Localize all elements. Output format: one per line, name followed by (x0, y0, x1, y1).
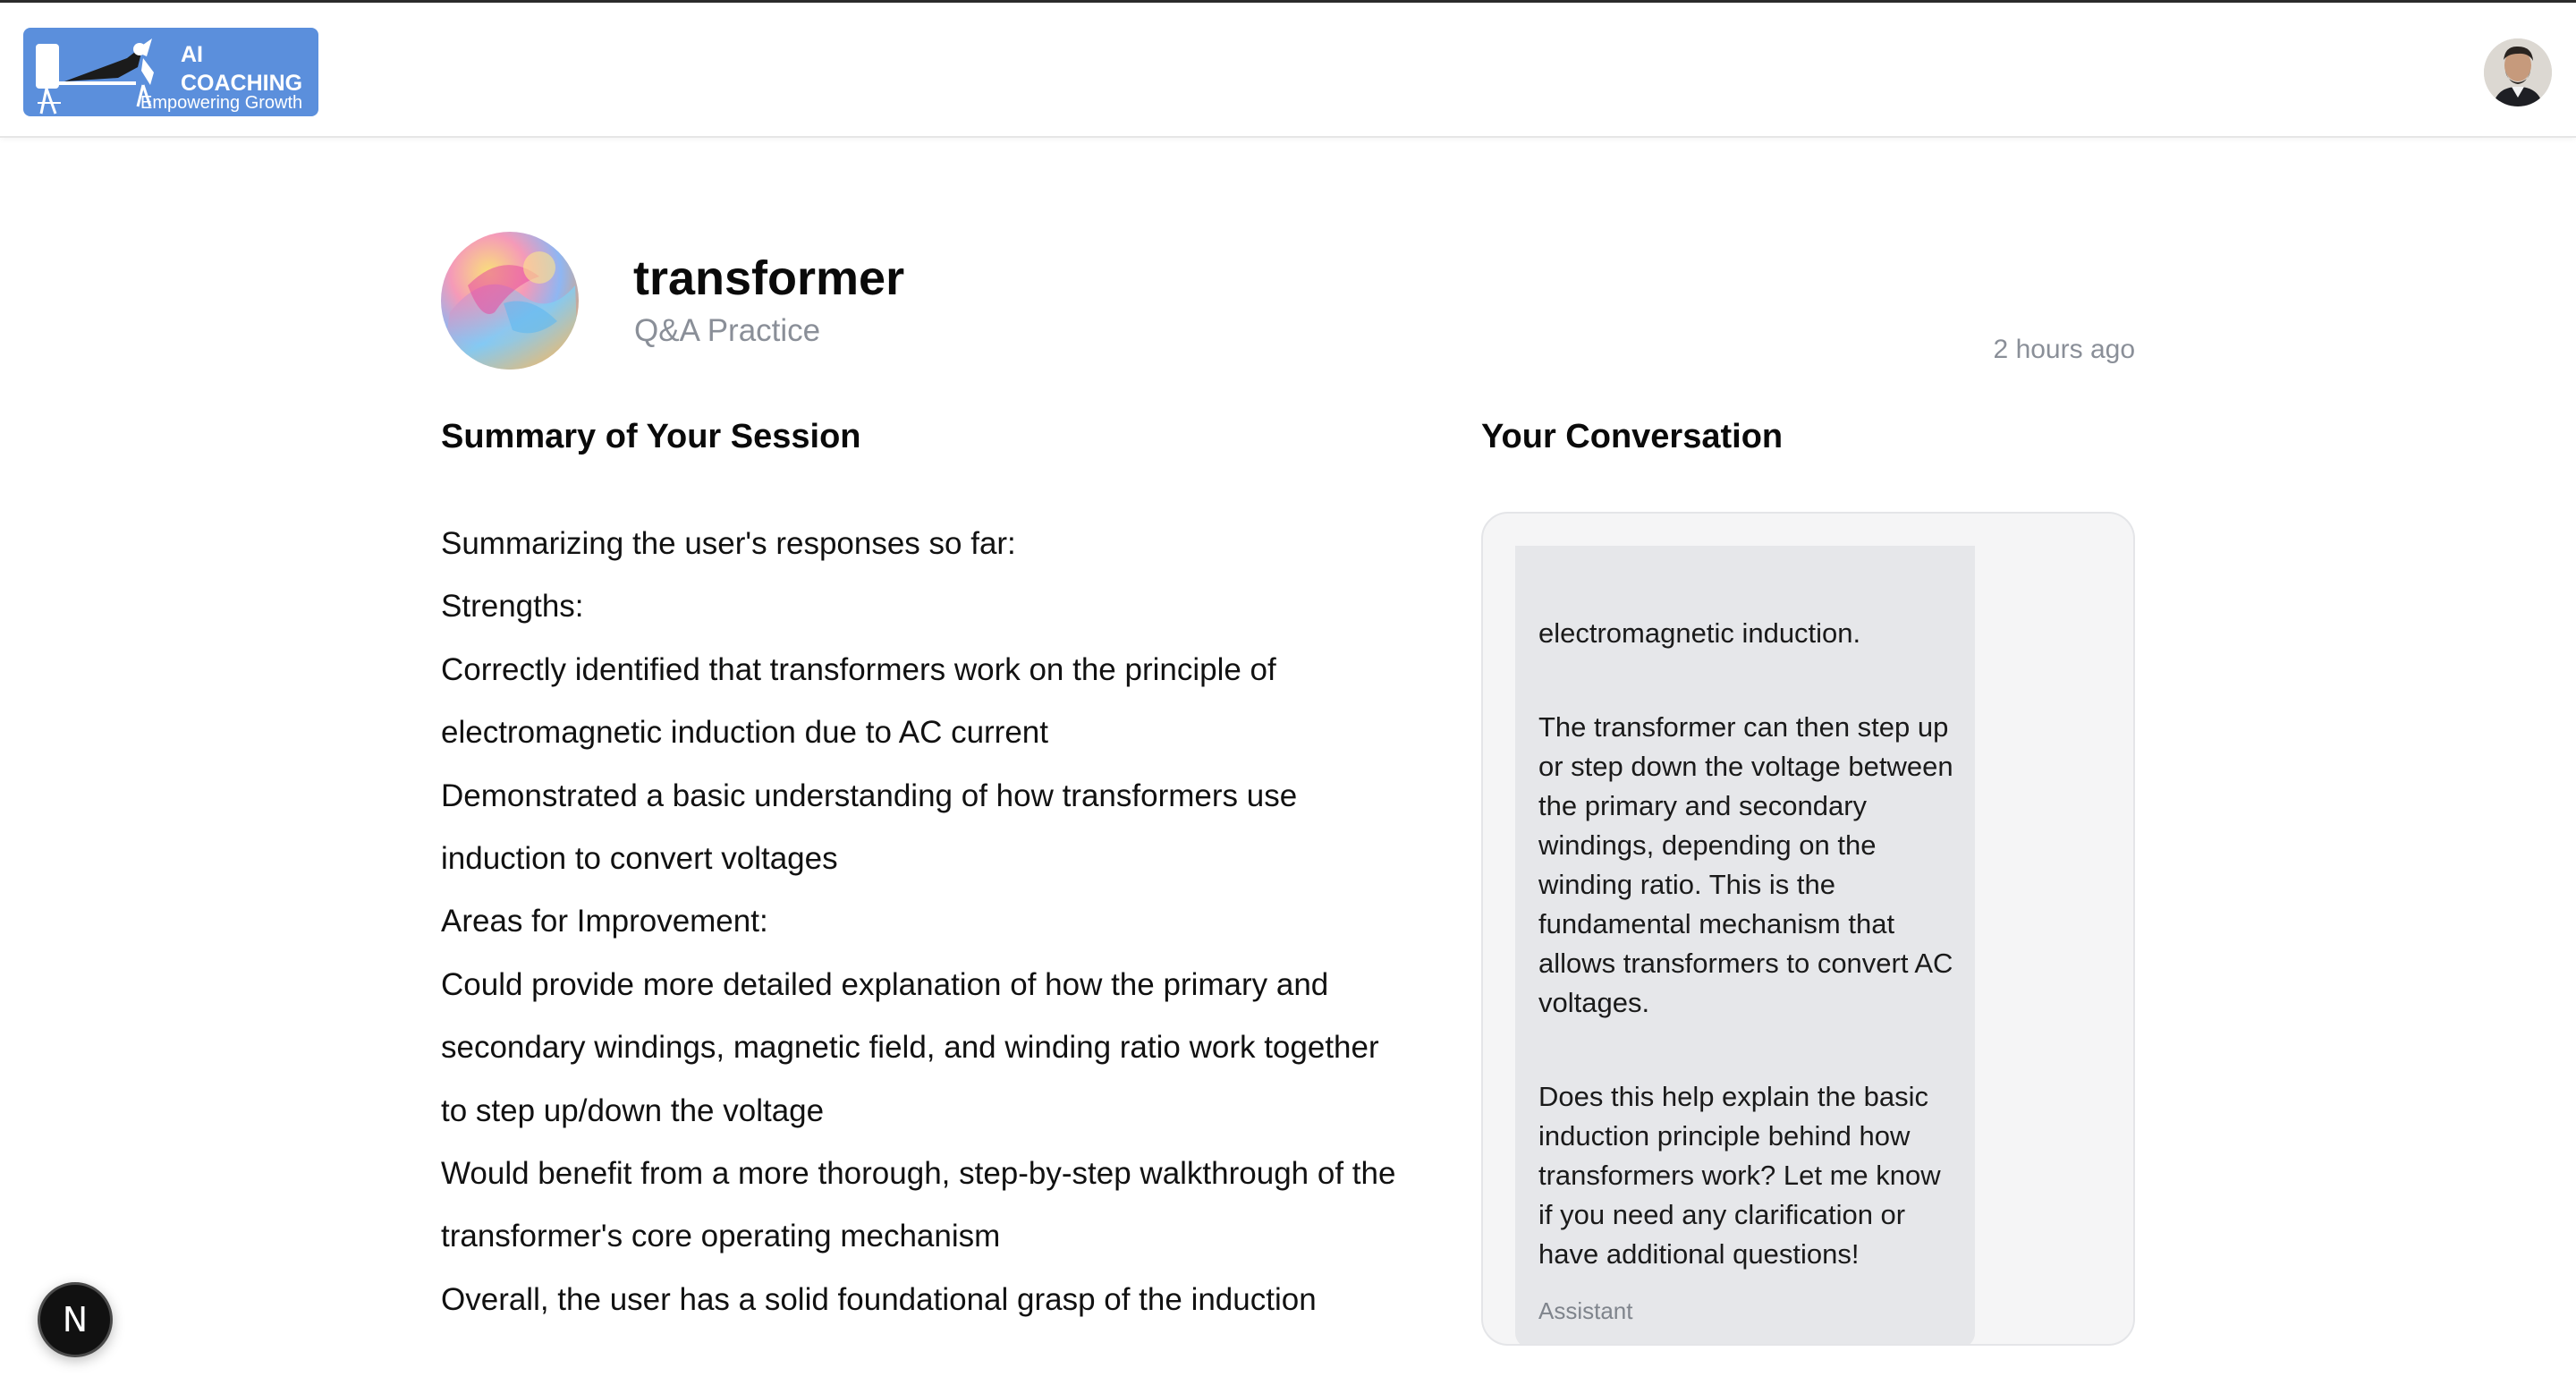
summary-text: Summarizing the user's responses so far:… (441, 513, 1452, 1331)
summary-line: Areas for Improvement: (441, 904, 768, 939)
summary-line: Summarizing the user's responses so far: (441, 526, 1016, 561)
ai-coaching-logo[interactable]: AI COACHING Empowering Growth (23, 28, 318, 116)
assistant-message-content: electromagnetic induction. The transform… (1538, 614, 1957, 1324)
conversation-panel[interactable]: electromagnetic induction. The transform… (1481, 512, 2135, 1346)
session-timestamp: 2 hours ago (1993, 335, 2135, 364)
summary-line: secondary windings, magnetic field, and … (441, 1030, 1379, 1066)
message-paragraph: electromagnetic induction. (1538, 617, 1861, 649)
summary-line: Would benefit from a more thorough, step… (441, 1156, 1396, 1192)
summary-line: Strengths: (441, 589, 584, 625)
conversation-heading: Your Conversation (1481, 418, 1784, 455)
session-type: Q&A Practice (634, 313, 821, 348)
summary-line: Demonstrated a basic understanding of ho… (441, 778, 1298, 813)
summary-line: electromagnetic induction due to AC curr… (441, 715, 1048, 751)
message-paragraph: The transformer can then step up or step… (1538, 711, 1953, 1018)
summary-line: Correctly identified that transformers w… (441, 651, 1276, 687)
summary-line: to step up/down the voltage (441, 1092, 825, 1128)
summary-heading: Summary of Your Session (441, 418, 861, 455)
logo-title-line1: AI (181, 42, 203, 67)
assistant-message-bubble: electromagnetic induction. The transform… (1515, 546, 1975, 1344)
summary-line: transformer's core operating mechanism (441, 1219, 1001, 1254)
abstract-swirl-icon (441, 232, 579, 370)
summary-line: Could provide more detailed explanation … (441, 966, 1329, 1002)
summary-line: induction to convert voltages (441, 841, 838, 877)
logo-tagline: Empowering Growth (140, 93, 303, 113)
session-title: transformer (633, 251, 905, 305)
user-avatar-icon (2484, 38, 2552, 106)
message-role-label: Assistant (1538, 1297, 1633, 1324)
user-avatar[interactable] (2484, 38, 2552, 106)
top-navigation-bar: AI COACHING Empowering Growth (0, 0, 2576, 138)
message-paragraph: Does this help explain the basic inducti… (1538, 1081, 1941, 1270)
summary-line: Overall, the user has a solid foundation… (441, 1281, 1317, 1317)
nextjs-dev-badge[interactable]: N (38, 1282, 113, 1357)
session-avatar (441, 232, 579, 370)
